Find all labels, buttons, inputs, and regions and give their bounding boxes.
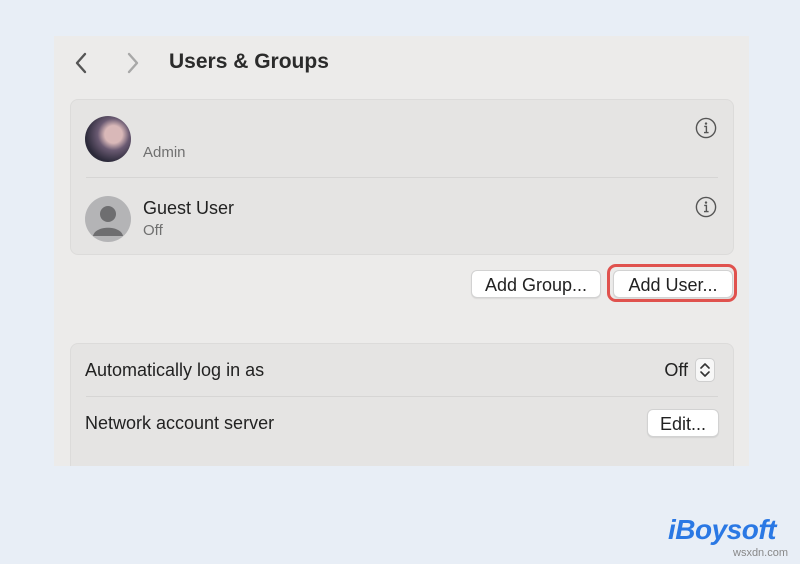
add-group-button[interactable]: Add Group... xyxy=(471,270,601,298)
network-server-row: Network account server Edit... xyxy=(71,397,733,449)
chevron-left-icon xyxy=(75,52,87,74)
user-row-admin[interactable]: Admin xyxy=(71,100,733,178)
user-status: Admin xyxy=(143,144,186,161)
edit-button[interactable]: Edit... xyxy=(647,409,719,437)
auto-login-stepper[interactable] xyxy=(695,358,715,382)
toolbar: Users & Groups xyxy=(54,36,749,88)
forward-button[interactable] xyxy=(118,48,148,78)
user-row-guest[interactable]: Guest User Off xyxy=(71,178,733,255)
network-server-label: Network account server xyxy=(85,413,275,433)
auto-login-label: Automatically log in as xyxy=(85,360,265,380)
avatar xyxy=(85,116,131,162)
settings-window: Users & Groups Admin Guest User Off Add … xyxy=(54,36,749,466)
user-name: Guest User xyxy=(143,198,235,218)
user-status: Off xyxy=(143,222,163,239)
auto-login-row: Automatically log in as Off xyxy=(71,344,733,397)
info-button[interactable] xyxy=(695,117,717,139)
back-button[interactable] xyxy=(66,48,96,78)
watermark: wsxdn.com xyxy=(733,547,789,559)
brand-logo: iBoysoft xyxy=(668,514,777,545)
auto-login-value[interactable]: Off xyxy=(664,359,688,381)
guest-user-icon xyxy=(85,196,131,242)
add-user-button[interactable]: Add User... xyxy=(613,270,733,298)
login-settings: Automatically log in as Off Network acco… xyxy=(70,343,734,466)
info-icon xyxy=(695,117,717,139)
info-button[interactable] xyxy=(695,196,717,218)
users-list: Admin Guest User Off xyxy=(70,99,734,255)
page-title: Users & Groups xyxy=(169,50,329,73)
chevron-right-icon xyxy=(127,52,139,74)
chevron-up-down-icon xyxy=(700,363,710,377)
info-icon xyxy=(695,196,717,218)
